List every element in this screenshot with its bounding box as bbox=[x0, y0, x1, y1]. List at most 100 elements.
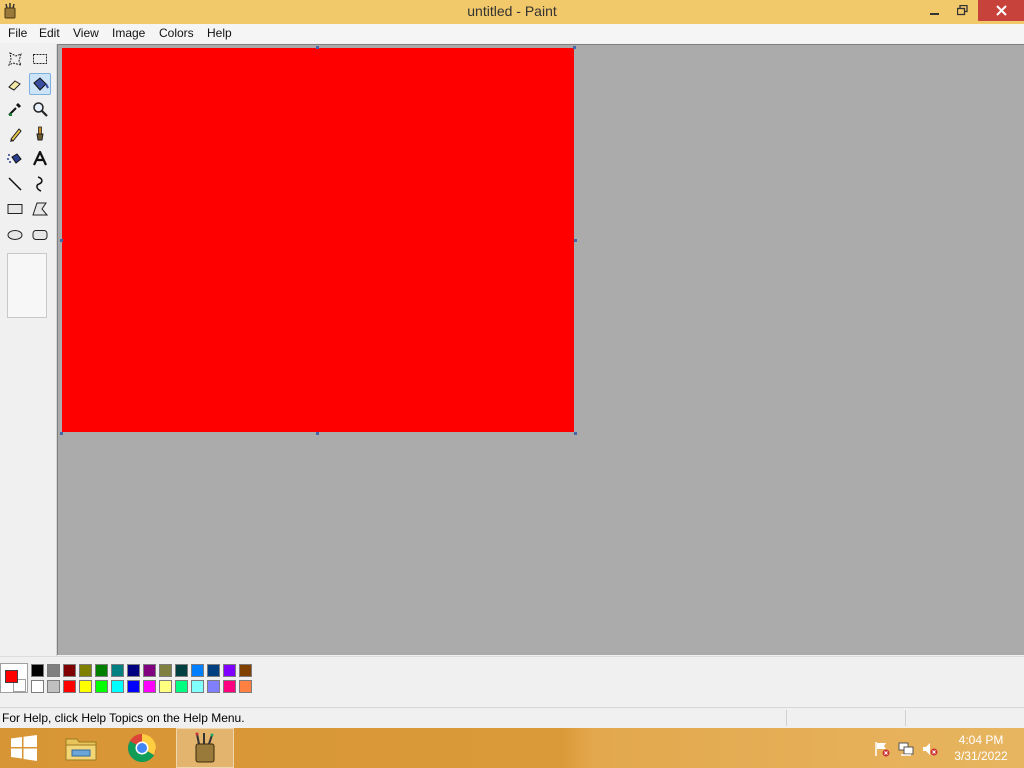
resize-handle-top-right bbox=[573, 46, 576, 49]
tool-magnifier[interactable] bbox=[29, 98, 51, 120]
palette-swatch[interactable] bbox=[95, 664, 108, 677]
menu-view[interactable]: View bbox=[72, 26, 100, 40]
minimize-button[interactable] bbox=[920, 0, 950, 21]
palette-swatch[interactable] bbox=[79, 664, 92, 677]
rounded-rectangle-icon bbox=[32, 230, 48, 240]
taskbar-chrome[interactable] bbox=[114, 728, 170, 768]
restore-icon bbox=[956, 5, 968, 16]
magnifier-icon bbox=[33, 102, 48, 117]
tool-pencil[interactable] bbox=[4, 123, 26, 145]
palette-swatch[interactable] bbox=[159, 664, 172, 677]
text-icon bbox=[33, 151, 47, 166]
paint-bucket-icon bbox=[33, 77, 49, 91]
restore-button[interactable] bbox=[948, 0, 976, 21]
tool-text[interactable] bbox=[29, 148, 51, 170]
palette-swatch[interactable] bbox=[143, 680, 156, 693]
tool-polygon[interactable] bbox=[29, 198, 51, 220]
clock[interactable]: 4:04 PM 3/31/2022 bbox=[942, 732, 1020, 764]
palette-swatch[interactable] bbox=[207, 664, 220, 677]
resize-handle-top bbox=[316, 46, 319, 49]
palette-swatch[interactable] bbox=[191, 664, 204, 677]
palette-swatch[interactable] bbox=[175, 664, 188, 677]
airbrush-icon bbox=[7, 153, 22, 164]
palette-swatch[interactable] bbox=[31, 680, 44, 693]
palette-swatch[interactable] bbox=[79, 680, 92, 693]
palette-swatch[interactable] bbox=[207, 680, 220, 693]
canvas-workspace[interactable] bbox=[57, 44, 1024, 655]
palette-swatch[interactable] bbox=[127, 664, 140, 677]
volume-muted-icon[interactable] bbox=[922, 741, 938, 757]
resize-handle-bottom[interactable] bbox=[316, 432, 319, 435]
tool-rounded-rectangle[interactable] bbox=[29, 224, 51, 246]
palette-swatch[interactable] bbox=[239, 680, 252, 693]
palette-swatch[interactable] bbox=[191, 680, 204, 693]
rectangle-icon bbox=[7, 204, 23, 214]
taskbar: 4:04 PM 3/31/2022 bbox=[0, 728, 1024, 768]
resize-handle-right[interactable] bbox=[574, 239, 577, 242]
color-palette bbox=[0, 656, 1024, 703]
palette-swatch[interactable] bbox=[127, 680, 140, 693]
tool-airbrush[interactable] bbox=[4, 148, 26, 170]
tool-options-panel[interactable] bbox=[7, 253, 47, 318]
taskbar-paint[interactable] bbox=[176, 728, 234, 768]
palette-swatch[interactable] bbox=[111, 664, 124, 677]
network-icon[interactable] bbox=[898, 741, 914, 757]
palette-swatch[interactable] bbox=[175, 680, 188, 693]
tool-curve[interactable] bbox=[29, 173, 51, 195]
brush-icon bbox=[36, 126, 44, 141]
ellipse-icon bbox=[7, 230, 23, 240]
status-coordinates-pane bbox=[786, 710, 905, 726]
curve-icon bbox=[36, 176, 43, 192]
pencil-icon bbox=[10, 128, 22, 142]
folder-icon bbox=[65, 738, 97, 761]
palette-swatch[interactable] bbox=[223, 664, 236, 677]
action-center-flag-icon[interactable] bbox=[874, 741, 890, 757]
toolbox bbox=[0, 44, 57, 656]
palette-swatch[interactable] bbox=[47, 664, 60, 677]
menu-image[interactable]: Image bbox=[111, 26, 146, 40]
line-icon bbox=[8, 177, 22, 191]
tool-fill-with-color[interactable] bbox=[29, 73, 51, 95]
tool-brush[interactable] bbox=[29, 123, 51, 145]
menu-colors[interactable]: Colors bbox=[158, 26, 195, 40]
palette-swatch[interactable] bbox=[159, 680, 172, 693]
taskbar-file-explorer[interactable] bbox=[53, 728, 109, 768]
tool-line[interactable] bbox=[4, 173, 26, 195]
palette-swatch[interactable] bbox=[95, 680, 108, 693]
start-button[interactable] bbox=[0, 728, 48, 768]
palette-swatch[interactable] bbox=[239, 664, 252, 677]
tool-rectangle[interactable] bbox=[4, 198, 26, 220]
minimize-icon bbox=[930, 12, 939, 15]
window-title: untitled - Paint bbox=[467, 3, 557, 19]
palette-swatch[interactable] bbox=[31, 664, 44, 677]
menu-help[interactable]: Help bbox=[206, 26, 233, 40]
title-bar: untitled - Paint bbox=[0, 0, 1024, 24]
palette-swatch[interactable] bbox=[63, 664, 76, 677]
status-help-text: For Help, click Help Topics on the Help … bbox=[2, 711, 245, 725]
rect-select-icon bbox=[33, 54, 47, 64]
close-button[interactable] bbox=[978, 0, 1024, 21]
eraser-icon bbox=[8, 80, 21, 91]
menu-file[interactable]: File bbox=[7, 26, 28, 40]
tool-pick-color[interactable] bbox=[4, 98, 26, 120]
tool-eraser[interactable] bbox=[4, 73, 26, 95]
current-colors bbox=[0, 663, 28, 693]
drawing-canvas[interactable] bbox=[62, 48, 574, 432]
resize-handle-bottom-right[interactable] bbox=[574, 432, 577, 435]
foreground-color-swatch bbox=[5, 670, 18, 683]
tool-free-form-select[interactable] bbox=[4, 48, 26, 70]
eyedropper-icon bbox=[8, 103, 21, 116]
paint-icon bbox=[195, 732, 215, 763]
tool-select[interactable] bbox=[29, 48, 51, 70]
palette-swatch[interactable] bbox=[47, 680, 60, 693]
windows-logo-icon bbox=[11, 735, 37, 761]
palette-swatch[interactable] bbox=[223, 680, 236, 693]
tool-ellipse[interactable] bbox=[4, 224, 26, 246]
palette-swatch[interactable] bbox=[111, 680, 124, 693]
menu-edit[interactable]: Edit bbox=[38, 26, 61, 40]
palette-swatch[interactable] bbox=[143, 664, 156, 677]
clock-time: 4:04 PM bbox=[958, 733, 1004, 747]
palette-swatch[interactable] bbox=[63, 680, 76, 693]
clock-date: 3/31/2022 bbox=[954, 749, 1008, 763]
polygon-icon bbox=[32, 202, 48, 216]
